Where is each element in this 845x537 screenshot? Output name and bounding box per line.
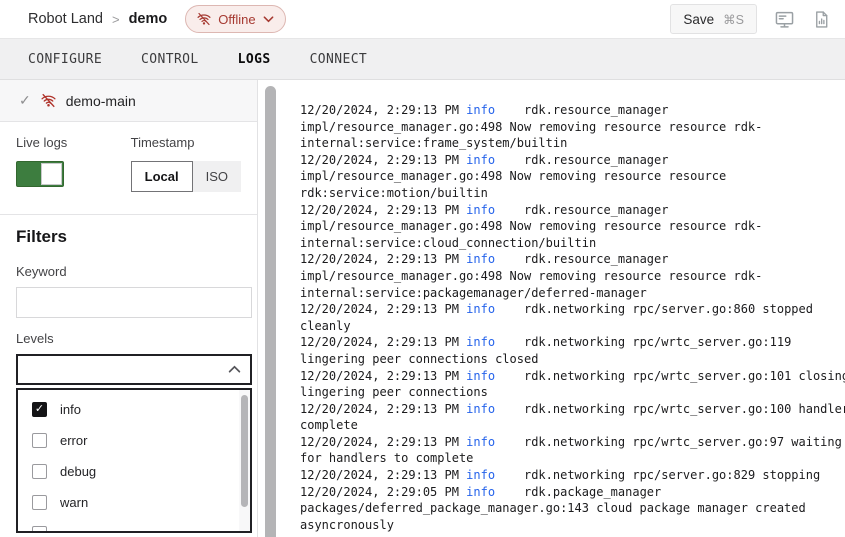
log-timestamp: 12/20/2024, 2:29:13 PM bbox=[300, 203, 466, 217]
level-option-info[interactable]: ✓ info bbox=[18, 394, 250, 425]
level-option-warn[interactable]: warn bbox=[18, 487, 250, 518]
timestamp-option-local[interactable]: Local bbox=[131, 161, 193, 192]
log-entry: 12/20/2024, 2:29:13 PM info rdk.resource… bbox=[300, 102, 845, 152]
log-level: info bbox=[466, 468, 495, 482]
tab-bar: CONFIGURE CONTROL LOGS CONNECT bbox=[0, 38, 845, 80]
timestamp-option-iso[interactable]: ISO bbox=[193, 161, 241, 192]
log-level: info bbox=[466, 435, 495, 449]
log-level: info bbox=[466, 335, 495, 349]
log-timestamp: 12/20/2024, 2:29:13 PM bbox=[300, 153, 466, 167]
breadcrumb-separator: > bbox=[112, 12, 120, 27]
breadcrumb-org[interactable]: Robot Land bbox=[28, 11, 103, 27]
checkbox-unchecked-icon[interactable] bbox=[32, 433, 47, 448]
log-entry: 12/20/2024, 2:29:13 PM info rdk.networki… bbox=[300, 301, 845, 334]
wifi-off-icon bbox=[41, 93, 56, 108]
save-shortcut: ⌘S bbox=[723, 12, 744, 27]
log-entry: 12/20/2024, 2:29:13 PM info rdk.networki… bbox=[300, 368, 845, 401]
chevron-down-icon bbox=[263, 15, 274, 23]
filters-title: Filters bbox=[16, 227, 252, 247]
save-button[interactable]: Save ⌘S bbox=[670, 4, 757, 34]
level-option-label: info bbox=[60, 402, 81, 417]
log-entry: 12/20/2024, 2:29:13 PM info rdk.resource… bbox=[300, 251, 845, 301]
toggle-knob bbox=[41, 163, 62, 185]
log-entry: 12/20/2024, 2:29:13 PM info rdk.networki… bbox=[300, 334, 845, 367]
log-timestamp: 12/20/2024, 2:29:13 PM bbox=[300, 369, 466, 383]
log-timestamp: 12/20/2024, 2:29:13 PM bbox=[300, 103, 466, 117]
keyword-label: Keyword bbox=[16, 264, 252, 279]
log-entry: 12/20/2024, 2:29:05 PM info rdk.package_… bbox=[300, 484, 845, 534]
log-timestamp: 12/20/2024, 2:29:13 PM bbox=[300, 468, 466, 482]
log-timestamp: 12/20/2024, 2:29:13 PM bbox=[300, 402, 466, 416]
log-level: info bbox=[466, 153, 495, 167]
header: Robot Land > demo Offline bbox=[0, 0, 845, 38]
level-option-debug[interactable]: debug bbox=[18, 456, 250, 487]
log-level: info bbox=[466, 302, 495, 316]
log-level: info bbox=[466, 203, 495, 217]
checkbox-checked-icon[interactable]: ✓ bbox=[32, 402, 47, 417]
document-chart-icon[interactable] bbox=[812, 9, 831, 30]
level-option-error[interactable]: error bbox=[18, 425, 250, 456]
save-label: Save bbox=[683, 12, 714, 27]
timestamp-label: Timestamp bbox=[131, 135, 241, 150]
monitor-icon[interactable] bbox=[774, 9, 795, 30]
levels-select[interactable] bbox=[16, 354, 252, 385]
chevron-up-icon bbox=[228, 365, 241, 374]
log-entry: 12/20/2024, 2:29:13 PM info rdk.networki… bbox=[300, 467, 845, 484]
live-logs-toggle[interactable] bbox=[16, 161, 64, 187]
log-list: 12/20/2024, 2:29:13 PM info rdk.resource… bbox=[277, 80, 845, 533]
checkbox-unchecked-icon[interactable] bbox=[32, 526, 47, 533]
header-actions: Save ⌘S bbox=[670, 4, 831, 34]
check-icon: ✓ bbox=[19, 92, 31, 109]
wifi-off-icon bbox=[197, 12, 211, 26]
levels-listbox: ✓ info error debug warn bbox=[16, 388, 252, 533]
log-timestamp: 12/20/2024, 2:29:13 PM bbox=[300, 335, 466, 349]
log-timestamp: 12/20/2024, 2:29:05 PM bbox=[300, 485, 466, 499]
main-scrollbar[interactable] bbox=[264, 80, 276, 537]
log-controls: Live logs Timestamp Local ISO bbox=[0, 122, 257, 215]
sidebar: ✓ demo-main Live logs Timestam bbox=[0, 80, 258, 537]
level-option-label: debug bbox=[60, 464, 96, 479]
tab-logs[interactable]: LOGS bbox=[238, 52, 271, 67]
tab-control[interactable]: CONTROL bbox=[141, 52, 199, 67]
level-option-label: error bbox=[60, 433, 87, 448]
log-entry: 12/20/2024, 2:29:13 PM info rdk.resource… bbox=[300, 152, 845, 202]
machine-part-name: demo-main bbox=[66, 93, 136, 109]
filters-section: Filters Keyword Levels ✓ info error debug wa… bbox=[0, 215, 257, 533]
log-entry: 12/20/2024, 2:29:13 PM info rdk.networki… bbox=[300, 434, 845, 467]
log-level: info bbox=[466, 103, 495, 117]
levels-label: Levels bbox=[16, 331, 252, 346]
tab-connect[interactable]: CONNECT bbox=[310, 52, 368, 67]
log-message: rdk.networking rpc/server.go:829 stoppin… bbox=[495, 468, 820, 482]
main-scrollbar-thumb[interactable] bbox=[265, 86, 276, 537]
dropdown-scrollbar[interactable] bbox=[239, 390, 250, 531]
status-label: Offline bbox=[218, 12, 255, 27]
checkbox-unchecked-icon[interactable] bbox=[32, 495, 47, 510]
log-timestamp: 12/20/2024, 2:29:13 PM bbox=[300, 435, 466, 449]
level-option-partial[interactable] bbox=[18, 518, 250, 533]
tab-configure[interactable]: CONFIGURE bbox=[28, 52, 102, 67]
timestamp-segmented-control: Local ISO bbox=[131, 161, 241, 192]
dropdown-scrollbar-thumb[interactable] bbox=[241, 395, 248, 507]
log-level: info bbox=[466, 402, 495, 416]
app-window: Robot Land > demo Offline bbox=[0, 0, 845, 537]
keyword-input[interactable] bbox=[16, 287, 252, 318]
log-timestamp: 12/20/2024, 2:29:13 PM bbox=[300, 252, 466, 266]
live-logs-label: Live logs bbox=[16, 135, 131, 150]
breadcrumb-machine[interactable]: demo bbox=[129, 11, 168, 27]
log-entry: 12/20/2024, 2:29:13 PM info rdk.resource… bbox=[300, 202, 845, 252]
status-badge[interactable]: Offline bbox=[185, 5, 285, 33]
log-level: info bbox=[466, 485, 495, 499]
checkbox-unchecked-icon[interactable] bbox=[32, 464, 47, 479]
breadcrumb: Robot Land > demo bbox=[28, 11, 167, 27]
level-option-label: warn bbox=[60, 495, 88, 510]
log-panel: 12/20/2024, 2:29:13 PM info rdk.resource… bbox=[277, 80, 845, 537]
log-timestamp: 12/20/2024, 2:29:13 PM bbox=[300, 302, 466, 316]
log-level: info bbox=[466, 252, 495, 266]
machine-part-row[interactable]: ✓ demo-main bbox=[0, 80, 257, 122]
log-entry: 12/20/2024, 2:29:13 PM info rdk.networki… bbox=[300, 401, 845, 434]
log-level: info bbox=[466, 369, 495, 383]
